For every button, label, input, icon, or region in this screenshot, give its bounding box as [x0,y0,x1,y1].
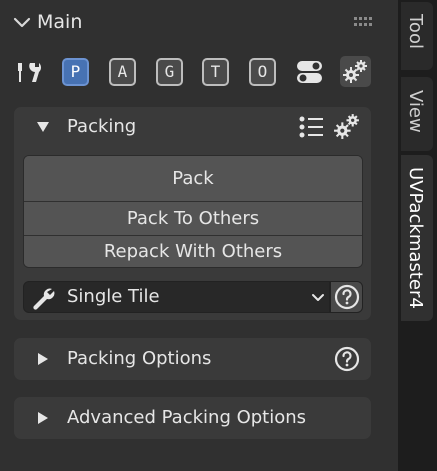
sidebar-tab-label: Tool [405,14,426,49]
triangle-right-icon[interactable] [38,353,48,365]
wrench-icon [31,286,55,310]
chevron-down-icon[interactable] [12,13,32,33]
pack-button[interactable]: Pack [24,156,362,202]
triangle-right-icon[interactable] [38,412,48,424]
settings-gears-icon[interactable] [340,56,371,87]
sidebar-tab-label: UVPackmaster4 [405,167,426,309]
main-panel-title: Main [37,11,83,33]
drag-grip-icon[interactable] [354,13,376,26]
packing-panel-title: Packing [67,116,137,137]
help-icon[interactable] [334,346,360,372]
packing-settings-gears-icon[interactable] [333,112,361,140]
tile-mode-value: Single Tile [67,286,160,307]
tab-t[interactable]: T [202,58,229,86]
pack-button-group: Pack Pack To Others Repack With Others [23,155,363,268]
tools-icon[interactable] [15,58,42,86]
pack-to-others-button[interactable]: Pack To Others [24,202,362,236]
help-icon [334,284,359,310]
advanced-packing-options-title: Advanced Packing Options [67,407,307,428]
triangle-down-icon[interactable] [37,122,49,132]
list-icon[interactable] [299,115,325,139]
chevron-down-icon[interactable] [310,290,326,304]
tile-mode-help-button[interactable] [330,281,363,313]
toggles-icon[interactable] [296,58,323,86]
sidebar-tab-uvpackmaster4[interactable]: UVPackmaster4 [401,155,433,321]
repack-with-others-button[interactable]: Repack With Others [24,236,362,267]
tab-o[interactable]: O [249,58,276,86]
sidebar-tab-view[interactable]: View [401,77,433,151]
sidebar-tab-label: View [405,90,426,133]
sidebar-tab-tool[interactable]: Tool [401,2,433,70]
tab-p[interactable]: P [62,58,89,86]
tab-a[interactable]: A [109,58,136,86]
tab-g[interactable]: G [156,58,183,86]
packing-options-title: Packing Options [67,348,212,369]
